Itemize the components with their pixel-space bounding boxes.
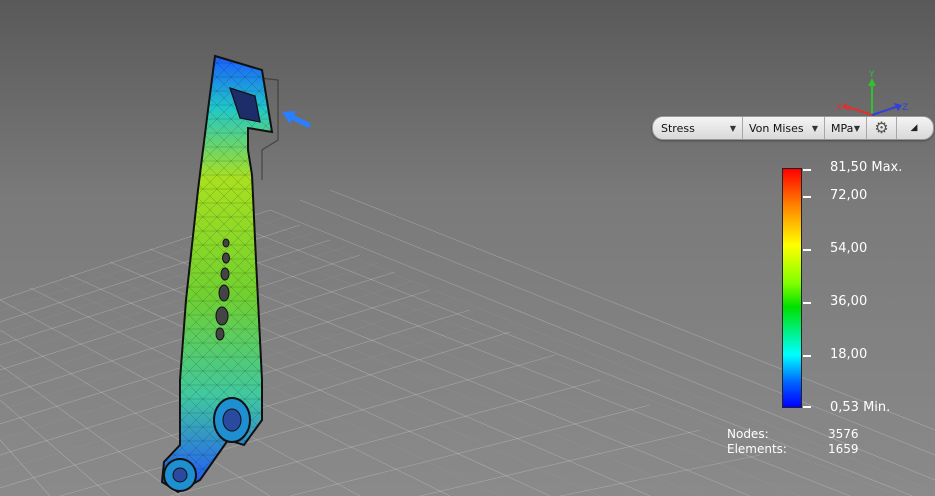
axis-y-label: Y: [868, 70, 875, 80]
legend-tick: [803, 355, 811, 357]
nodes-value: 3576: [828, 427, 859, 441]
stress-color-legend: [782, 168, 802, 408]
legend-tick: [803, 249, 811, 251]
corner-triangle-icon: ◢: [910, 123, 918, 133]
legend-tick: [803, 302, 811, 304]
settings-button[interactable]: ⚙: [867, 117, 897, 139]
chevron-down-icon: ▼: [729, 123, 736, 133]
legend-tick: [803, 196, 811, 198]
chevron-down-icon: ▼: [811, 123, 818, 133]
elements-label: Elements:: [727, 442, 787, 456]
unit-value: MPa: [831, 121, 854, 135]
axis-triad[interactable]: Y X Z: [836, 70, 908, 116]
legend-max-label: 81,50 Max.: [830, 160, 903, 175]
result-toolbar: Stress ▼ Von Mises ▼ MPa ▼ ⚙ ◢: [652, 116, 934, 140]
load-arrow-icon[interactable]: [282, 111, 311, 128]
chevron-down-icon: ▼: [853, 123, 860, 133]
stress-model[interactable]: [160, 54, 274, 494]
legend-tick-label: 54,00: [830, 241, 868, 256]
legend-tick: [803, 169, 811, 171]
result-type-dropdown[interactable]: Stress ▼: [653, 117, 743, 139]
legend-tick-label: 72,00: [830, 188, 868, 203]
result-type-value: Stress: [661, 121, 695, 135]
criterion-dropdown[interactable]: Von Mises ▼: [743, 117, 825, 139]
legend-tick-label: 18,00: [830, 347, 868, 362]
nodes-label: Nodes:: [727, 427, 769, 441]
gear-icon: ⚙: [874, 118, 889, 137]
axis-x-label: X: [836, 103, 842, 113]
elements-value: 1659: [828, 442, 859, 456]
criterion-value: Von Mises: [749, 121, 804, 135]
legend-tick-label: 36,00: [830, 294, 868, 309]
legend-tick: [803, 406, 811, 408]
axis-z-label: Z: [902, 103, 908, 113]
legend-min-label: 0,53 Min.: [830, 400, 891, 415]
unit-dropdown[interactable]: MPa ▼: [825, 117, 867, 139]
collapse-button[interactable]: ◢: [897, 117, 931, 139]
